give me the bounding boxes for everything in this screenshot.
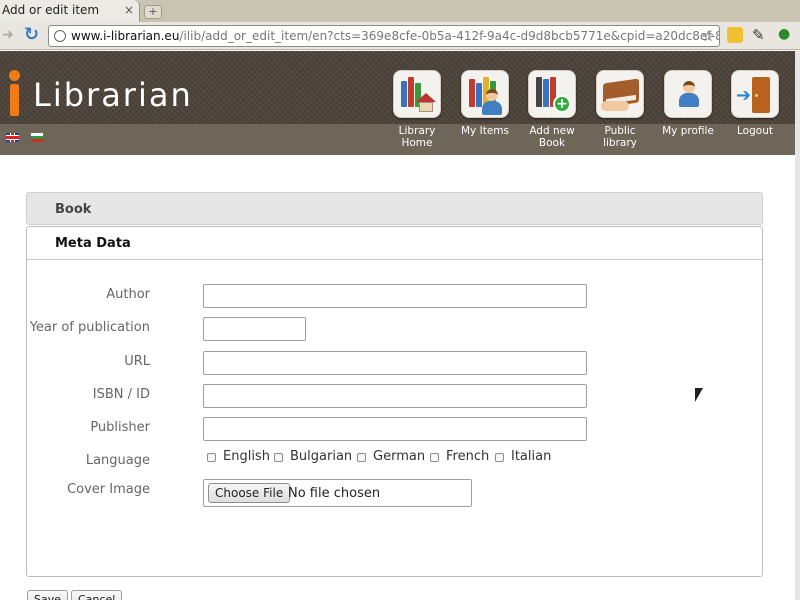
panel-header: Meta Data xyxy=(27,227,762,260)
cancel-button[interactable]: Cancel xyxy=(71,590,123,600)
nav-label: Add new Book xyxy=(529,125,575,149)
globe-icon xyxy=(54,30,66,42)
language-label: Language xyxy=(85,453,150,468)
my-profile-icon xyxy=(664,70,712,118)
nav-label: My profile xyxy=(662,125,714,137)
forward-icon[interactable]: ➜ xyxy=(2,28,16,42)
new-tab-button[interactable]: + xyxy=(144,5,162,19)
address-bar[interactable]: www.i-librarian.eu/ilib/add_or_edit_item… xyxy=(48,25,720,47)
file-status: No file chosen xyxy=(288,486,381,501)
browser-tab[interactable]: Add or edit item × xyxy=(0,0,140,22)
option-label: German xyxy=(373,449,426,464)
url-host: www.i-librarian.eu xyxy=(71,29,180,43)
italian-checkbox[interactable] xyxy=(495,453,504,462)
my-items-icon xyxy=(461,70,509,118)
extension-icon[interactable]: ● xyxy=(778,26,792,42)
bulgarian-checkbox[interactable] xyxy=(274,453,283,462)
author-input[interactable] xyxy=(203,284,587,308)
en-flag-icon[interactable] xyxy=(6,133,19,142)
nav-label: Library Home xyxy=(398,125,436,149)
browser-toolbar: ➜ ↻ www.i-librarian.eu/ilib/add_or_edit_… xyxy=(0,22,800,50)
logo-mark-icon xyxy=(8,70,20,116)
add-new-book-icon: + xyxy=(528,70,576,118)
choose-file-button[interactable]: Choose File xyxy=(208,483,291,503)
reload-icon[interactable]: ↻ xyxy=(24,25,44,45)
nav-my-profile[interactable]: My profile xyxy=(655,70,721,137)
mouse-cursor-icon xyxy=(695,388,703,402)
tools-icon[interactable]: ✎ xyxy=(752,26,765,44)
cover-image-label: Cover Image xyxy=(67,482,150,497)
french-checkbox[interactable] xyxy=(430,453,439,462)
option-label: French xyxy=(446,449,490,464)
save-button[interactable]: Save xyxy=(27,590,69,600)
option-label: English xyxy=(223,449,270,464)
bg-flag-icon[interactable] xyxy=(31,133,43,142)
page-scrollbar[interactable] xyxy=(795,51,800,600)
year-input[interactable] xyxy=(203,317,306,341)
browser-tab-strip: Add or edit item × + xyxy=(0,0,800,22)
url-text: www.i-librarian.eu/ilib/add_or_edit_item… xyxy=(71,29,719,43)
year-label: Year of publication xyxy=(29,320,150,335)
nav-add-new-book[interactable]: + Add new Book xyxy=(519,70,585,149)
nav-label: Logout xyxy=(737,125,773,137)
url-input[interactable] xyxy=(203,351,587,375)
tab-title: Add or edit item xyxy=(2,3,100,17)
option-label: Bulgarian xyxy=(290,449,353,464)
nav-library-home[interactable]: Library Home xyxy=(384,70,450,149)
nav-public-library[interactable]: Public library xyxy=(587,70,653,149)
nav-label: Public library xyxy=(603,125,637,149)
german-checkbox[interactable] xyxy=(357,453,366,462)
section-title: Book xyxy=(55,202,92,217)
option-label: Italian xyxy=(511,449,552,464)
isbn-input[interactable] xyxy=(203,384,587,408)
isbn-label: ISBN / ID xyxy=(92,387,150,402)
url-path: /ilib/add_or_edit_item/en?cts=369e8cfe-0… xyxy=(179,29,719,43)
publisher-input[interactable] xyxy=(203,417,587,441)
url-label: URL xyxy=(124,354,150,369)
site-logo[interactable]: Librarian xyxy=(33,77,193,113)
public-library-icon xyxy=(596,70,644,118)
cover-image-file-input[interactable]: Choose File No file chosen xyxy=(203,479,472,507)
publisher-label: Publisher xyxy=(90,420,150,435)
nav-my-items[interactable]: My Items xyxy=(452,70,518,137)
extension-icon[interactable] xyxy=(727,27,743,43)
logout-icon: ➔ xyxy=(731,70,779,118)
meta-data-panel: Meta Data Author Year of publication URL… xyxy=(26,226,763,577)
library-home-icon xyxy=(393,70,441,118)
section-header[interactable]: Book xyxy=(26,192,763,225)
nav-label: My Items xyxy=(461,125,509,137)
nav-logout[interactable]: ➔ Logout xyxy=(722,70,788,137)
bookmark-star-icon[interactable]: ☆ xyxy=(702,27,715,45)
close-tab-icon[interactable]: × xyxy=(123,3,135,17)
site-header: Librarian Library Home My Items + Add ne… xyxy=(0,51,795,155)
author-label: Author xyxy=(106,287,150,302)
english-checkbox[interactable] xyxy=(207,453,216,462)
panel-title: Meta Data xyxy=(55,236,131,251)
